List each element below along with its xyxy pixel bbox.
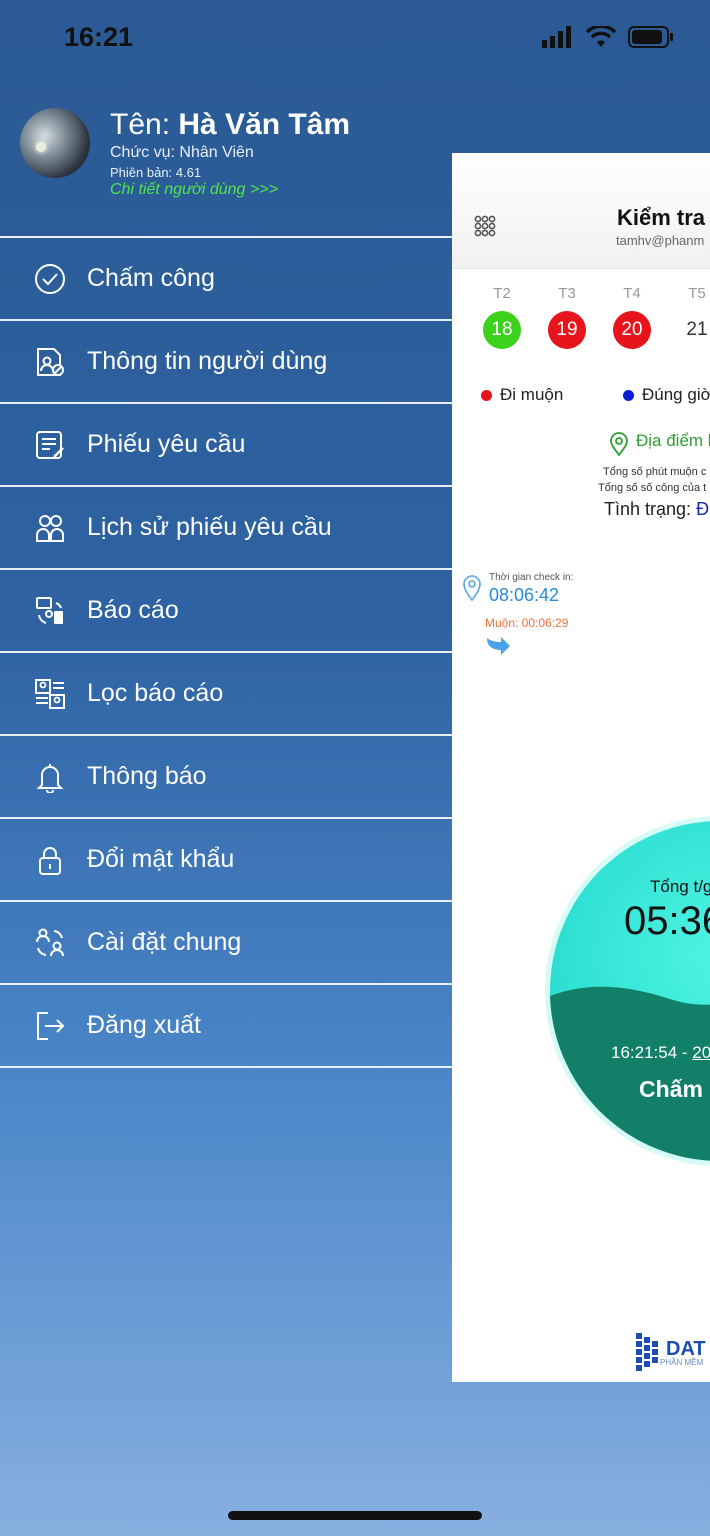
menu-item-label: Thông báo	[87, 762, 207, 790]
users-history-icon	[33, 511, 67, 545]
filter-report-icon	[33, 677, 67, 711]
menu-item-report[interactable]: Báo cáo	[0, 570, 452, 653]
menu-item-logout[interactable]: Đăng xuất	[0, 985, 452, 1068]
user-name-prefix: Tên:	[110, 108, 179, 141]
menu-item-label: Báo cáo	[87, 596, 179, 624]
late-minutes-stat: Tổng số phút muộn c	[603, 466, 707, 478]
app-grid-icon[interactable]	[474, 215, 496, 237]
signal-icon	[542, 26, 571, 48]
range-end: 20	[692, 1043, 710, 1062]
week-calendar: T2 18 T3 19 T4 20 T5 21	[452, 271, 710, 374]
day-cell[interactable]: T2 18	[482, 285, 522, 349]
logo-text: DAT	[666, 1337, 706, 1360]
request-form-icon	[33, 428, 67, 462]
menu-item-label: Đăng xuất	[87, 1011, 201, 1039]
menu-item-request-form[interactable]: Phiếu yêu cầu	[0, 404, 452, 487]
logout-icon	[33, 1009, 67, 1043]
report-icon	[33, 594, 67, 628]
menu-item-label: Lịch sử phiếu yêu cầu	[87, 513, 332, 541]
menu-item-notifications[interactable]: Thông báo	[0, 736, 452, 819]
checkin-label: Thời gian check in:	[489, 572, 574, 583]
day-number: 19	[548, 311, 586, 349]
workdays-stat: Tổng số số công của t	[598, 482, 707, 494]
screen-title: Kiểm tra c	[617, 205, 710, 230]
day-label: T4	[623, 285, 641, 302]
check-in-circle[interactable]: Tổng t/g 05:36 16:21:54 - 20 Chấm c	[550, 821, 710, 1161]
checkin-time: 08:06:42	[489, 585, 560, 605]
late-dot-icon	[481, 390, 492, 402]
home-indicator[interactable]	[228, 1511, 482, 1520]
menu-item-request-history[interactable]: Lịch sử phiếu yêu cầu	[0, 487, 452, 570]
logo-subtext: PHẦN MỀM	[660, 1357, 704, 1367]
legend-late: Đi muộn	[481, 385, 563, 405]
user-document-icon	[33, 345, 67, 379]
menu-item-user-info[interactable]: Thông tin người dùng	[0, 321, 452, 404]
day-label: T2	[493, 285, 511, 302]
legend-ontime: Đúng giờ	[623, 385, 710, 405]
location-text[interactable]: Địa điểm h	[636, 431, 710, 451]
check-in-button-label: Chấm c	[639, 1076, 710, 1102]
battery-icon	[628, 26, 673, 48]
user-name: Tên: Hà Văn Tâm	[110, 108, 350, 142]
bell-icon	[33, 760, 67, 794]
wave-shape	[550, 986, 710, 1161]
day-label: T3	[558, 285, 576, 302]
app-header: Kiểm tra c tamhv@phanm	[452, 153, 710, 269]
status-label: Tình trạng:	[604, 499, 697, 519]
day-cell[interactable]: T5 21	[677, 285, 710, 349]
menu-item-change-password[interactable]: Đổi mật khẩu	[0, 819, 452, 902]
menu-item-label: Phiếu yêu cầu	[87, 430, 246, 458]
menu-item-general-settings[interactable]: Cài đặt chung	[0, 902, 452, 985]
settings-users-icon	[33, 926, 67, 960]
app-version: Phiên bản: 4.61	[110, 165, 202, 180]
total-time-value: 05:36	[624, 899, 710, 943]
menu-item-label: Lọc báo cáo	[87, 679, 224, 707]
menu-item-label: Chấm công	[87, 264, 215, 292]
user-role: Chức vụ: Nhân Viên	[110, 144, 254, 161]
time-range: 16:21:54 - 20	[611, 1043, 710, 1063]
avatar[interactable]	[20, 108, 90, 178]
user-name-value: Hà Văn Tâm	[178, 108, 351, 141]
legend-late-label: Đi muộn	[500, 385, 564, 404]
menu-item-filter-report[interactable]: Lọc báo cáo	[0, 653, 452, 736]
logo-mark-icon	[636, 1333, 658, 1371]
day-number: 18	[483, 311, 521, 349]
ontime-dot-icon	[623, 390, 634, 402]
status-value: Đã	[696, 499, 710, 519]
logo-text-block: DAT PHẦN MỀM	[660, 1337, 706, 1367]
range-start: 16:21:54 -	[611, 1043, 693, 1062]
side-menu: Chấm công Thông tin người dùng Phiếu yêu…	[0, 236, 452, 1068]
menu-item-label: Cài đặt chung	[87, 928, 242, 956]
user-email: tamhv@phanm	[616, 233, 705, 248]
wifi-icon	[586, 26, 616, 47]
status-bar: 16:21	[0, 0, 710, 80]
day-number: 21	[686, 319, 708, 340]
day-number: 20	[613, 311, 651, 349]
profile-header: Tên: Hà Văn Tâm Chức vụ: Nhân Viên Phiên…	[20, 108, 440, 208]
status-time: 16:21	[64, 22, 134, 52]
status-line: Tình trạng: Đã	[604, 499, 710, 520]
total-time-label: Tổng t/g	[650, 877, 710, 896]
system-icons	[542, 26, 674, 48]
company-logo: DAT PHẦN MỀM	[636, 1331, 706, 1375]
day-label: T5	[688, 285, 706, 302]
legend-ontime-label: Đúng giờ	[642, 385, 710, 404]
menu-item-label: Thông tin người dùng	[87, 347, 328, 375]
menu-item-cham-cong[interactable]: Chấm công	[0, 238, 452, 321]
arrow-icon	[487, 637, 510, 655]
day-cell[interactable]: T4 20	[612, 285, 652, 349]
lock-icon	[33, 843, 67, 877]
user-detail-link[interactable]: Chi tiết người dùng >>>	[110, 181, 278, 199]
main-screen-panel[interactable]: Kiểm tra c tamhv@phanm T2 18 T3 19 T4 20…	[452, 153, 710, 1382]
check-circle-icon	[33, 262, 67, 296]
checkin-pin-icon	[463, 575, 481, 601]
late-duration: Muộn: 00:06:29	[485, 616, 569, 630]
location-pin-icon	[610, 432, 628, 456]
day-cell[interactable]: T3 19	[547, 285, 587, 349]
menu-item-label: Đổi mật khẩu	[87, 845, 235, 873]
